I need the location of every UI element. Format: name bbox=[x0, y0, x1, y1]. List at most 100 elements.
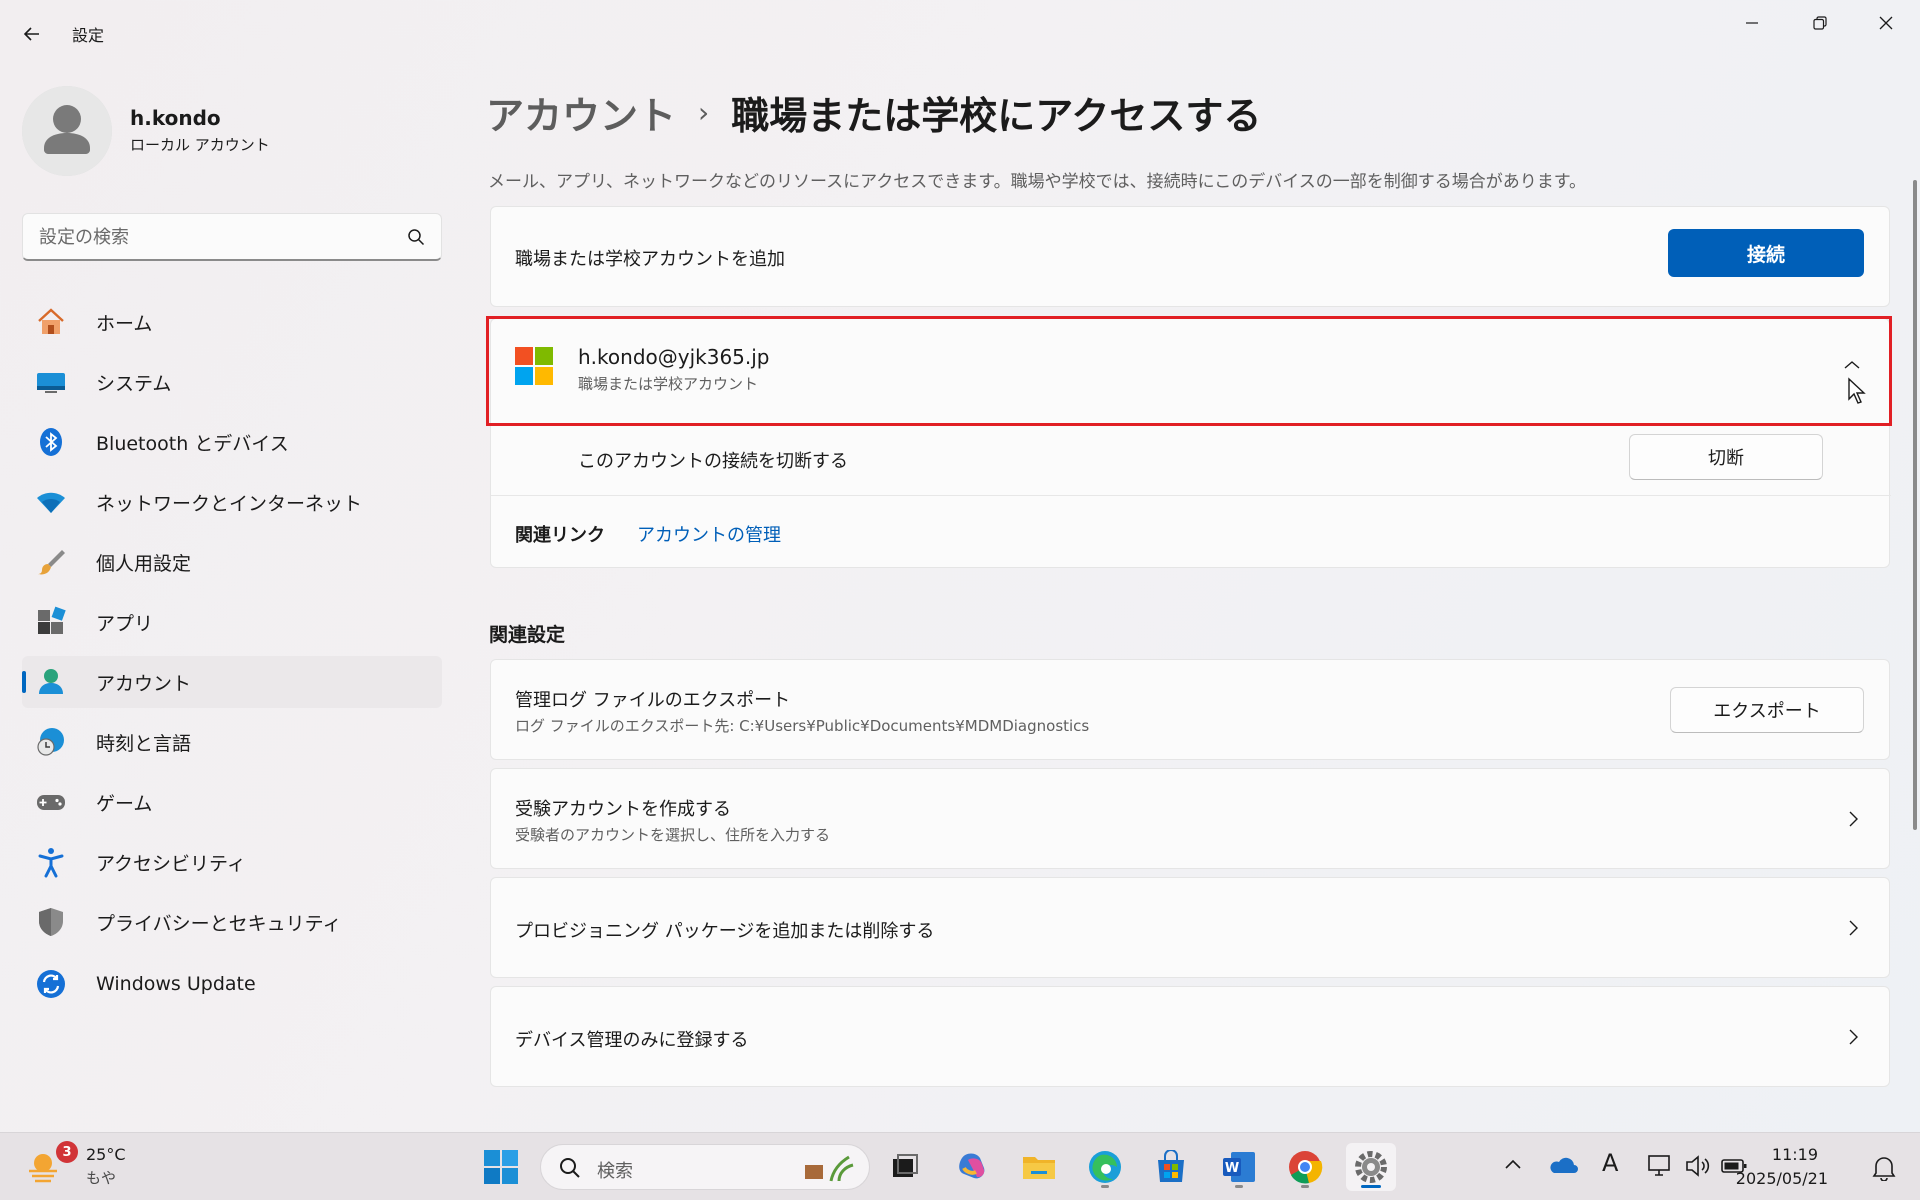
nav-label: ゲーム bbox=[96, 792, 153, 815]
nav-item-gaming[interactable]: ゲーム bbox=[22, 776, 442, 828]
scrollbar[interactable] bbox=[1913, 180, 1917, 830]
nav-item-personalization[interactable]: 個人用設定 bbox=[22, 536, 442, 588]
mdm-only-title: デバイス管理のみに登録する bbox=[515, 1030, 749, 1051]
exam-account-card[interactable]: 受験アカウントを作成する 受験者のアカウントを選択し、住所を入力する bbox=[490, 768, 1890, 869]
mdm-only-card[interactable]: デバイス管理のみに登録する bbox=[490, 986, 1890, 1087]
ime-indicator[interactable]: A bbox=[1602, 1149, 1618, 1177]
disconnect-button[interactable]: 切断 bbox=[1629, 434, 1823, 480]
nav-item-apps[interactable]: アプリ bbox=[22, 596, 442, 648]
provisioning-card[interactable]: プロビジョニング パッケージを追加または削除する bbox=[490, 877, 1890, 978]
word-icon: W bbox=[1223, 1152, 1255, 1182]
edge-icon bbox=[1089, 1151, 1121, 1183]
svg-text:W: W bbox=[1225, 1161, 1239, 1176]
start-button[interactable] bbox=[476, 1143, 526, 1191]
back-button[interactable] bbox=[14, 18, 50, 50]
shield-icon bbox=[34, 905, 68, 939]
nav-item-system[interactable]: システム bbox=[22, 356, 442, 408]
work-account-card: h.kondo@yjk365.jp 職場または学校アカウント このアカウントの接… bbox=[490, 318, 1891, 568]
provisioning-title: プロビジョニング パッケージを追加または削除する bbox=[515, 921, 935, 942]
nav-item-windows-update[interactable]: Windows Update bbox=[22, 958, 442, 1010]
update-icon bbox=[34, 967, 68, 1001]
chevron-right-icon bbox=[1843, 809, 1863, 829]
edge-button[interactable] bbox=[1080, 1143, 1130, 1191]
export-button[interactable]: エクスポート bbox=[1670, 687, 1864, 733]
divider bbox=[491, 423, 1891, 424]
export-log-card: 管理ログ ファイルのエクスポート ログ ファイルのエクスポート先: C:¥Use… bbox=[490, 659, 1890, 760]
divider bbox=[491, 495, 1891, 496]
work-account-header[interactable]: h.kondo@yjk365.jp 職場または学校アカウント bbox=[491, 319, 1891, 423]
gamepad-icon bbox=[34, 785, 68, 819]
weather-widget[interactable]: 3 25°C もや bbox=[14, 1133, 134, 1200]
chrome-button[interactable] bbox=[1280, 1143, 1330, 1191]
gear-icon bbox=[1355, 1151, 1387, 1183]
nav-label: ネットワークとインターネット bbox=[96, 492, 363, 515]
add-account-label: 職場または学校アカウントを追加 bbox=[515, 249, 785, 270]
nav-label: 個人用設定 bbox=[96, 552, 192, 575]
task-view-icon bbox=[893, 1154, 918, 1177]
account-email: h.kondo@yjk365.jp bbox=[578, 345, 770, 369]
notification-bell-icon[interactable] bbox=[1870, 1155, 1898, 1181]
active-indicator bbox=[1361, 1185, 1381, 1188]
nav-label: システム bbox=[96, 372, 172, 395]
connect-button[interactable]: 接続 bbox=[1668, 229, 1864, 277]
nav-item-network[interactable]: ネットワークとインターネット bbox=[22, 476, 442, 528]
windows-logo-icon bbox=[484, 1150, 518, 1184]
breadcrumb-separator: › bbox=[698, 95, 710, 129]
page-title: 職場または学校にアクセスする bbox=[731, 93, 1262, 138]
folder-icon bbox=[1023, 1157, 1055, 1179]
network-icon[interactable] bbox=[1646, 1153, 1672, 1179]
weather-temp: 25°C bbox=[86, 1145, 126, 1164]
running-indicator bbox=[1235, 1185, 1243, 1188]
brush-icon bbox=[34, 545, 68, 579]
settings-search-box[interactable] bbox=[22, 213, 442, 261]
word-button[interactable]: W bbox=[1214, 1143, 1264, 1191]
minimize-button[interactable] bbox=[1718, 0, 1786, 46]
settings-search-input[interactable] bbox=[39, 225, 399, 249]
chrome-icon bbox=[1289, 1151, 1323, 1184]
weather-desc: もや bbox=[86, 1169, 117, 1187]
taskbar: 3 25°C もや 検索 W A 11:19 2025/05/21 bbox=[0, 1132, 1920, 1200]
chevron-right-icon bbox=[1843, 1027, 1863, 1047]
file-explorer-button[interactable] bbox=[1014, 1143, 1064, 1191]
nav-label: Bluetooth とデバイス bbox=[96, 432, 289, 455]
manage-account-link[interactable]: アカウントの管理 bbox=[637, 521, 781, 547]
chevron-up-icon[interactable] bbox=[1504, 1157, 1522, 1171]
copilot-icon bbox=[959, 1153, 985, 1179]
nav-item-privacy[interactable]: プライバシーとセキュリティ bbox=[22, 896, 442, 948]
nav-item-accessibility[interactable]: アクセシビリティ bbox=[22, 836, 442, 888]
clock-time: 11:19 bbox=[1771, 1145, 1818, 1164]
taskbar-search[interactable]: 検索 bbox=[540, 1144, 870, 1190]
apps-icon bbox=[34, 605, 68, 639]
taskbar-search-label: 検索 bbox=[597, 1161, 633, 1182]
microsoft-logo-icon bbox=[515, 347, 553, 385]
breadcrumb-parent[interactable]: アカウント bbox=[486, 85, 676, 140]
task-view-button[interactable] bbox=[880, 1143, 930, 1191]
onedrive-icon[interactable] bbox=[1548, 1153, 1578, 1177]
mouse-cursor-icon bbox=[1848, 377, 1866, 404]
wifi-icon bbox=[34, 485, 68, 519]
back-arrow-icon bbox=[23, 27, 39, 41]
page-description: メール、アプリ、ネットワークなどのリソースにアクセスできます。職場や学校では、接… bbox=[488, 172, 1587, 192]
settings-app-button[interactable] bbox=[1346, 1143, 1396, 1191]
nav-item-bluetooth[interactable]: Bluetooth とデバイス bbox=[22, 416, 442, 468]
nav-item-accounts[interactable]: アカウント bbox=[22, 656, 442, 708]
close-button[interactable] bbox=[1852, 0, 1920, 46]
avatar[interactable] bbox=[22, 86, 112, 176]
chevron-up-icon[interactable] bbox=[1843, 359, 1861, 371]
nav-label: アプリ bbox=[96, 612, 154, 635]
volume-icon[interactable] bbox=[1684, 1153, 1712, 1179]
nav-label: 時刻と言語 bbox=[96, 732, 192, 755]
store-button[interactable] bbox=[1146, 1143, 1196, 1191]
copilot-button[interactable] bbox=[948, 1143, 998, 1191]
export-log-title: 管理ログ ファイルのエクスポート bbox=[515, 690, 791, 711]
nav-item-time-language[interactable]: 時刻と言語 bbox=[22, 716, 442, 768]
nav-item-home[interactable]: ホーム bbox=[22, 296, 442, 348]
accessibility-icon bbox=[34, 845, 68, 879]
nav-label: プライバシーとセキュリティ bbox=[96, 912, 342, 935]
clock-date: 2025/05/21 bbox=[1735, 1169, 1828, 1188]
chevron-right-icon bbox=[1843, 918, 1863, 938]
home-icon bbox=[34, 305, 68, 339]
system-icon bbox=[34, 365, 68, 399]
running-indicator bbox=[1301, 1185, 1309, 1188]
restore-button[interactable] bbox=[1786, 0, 1854, 46]
